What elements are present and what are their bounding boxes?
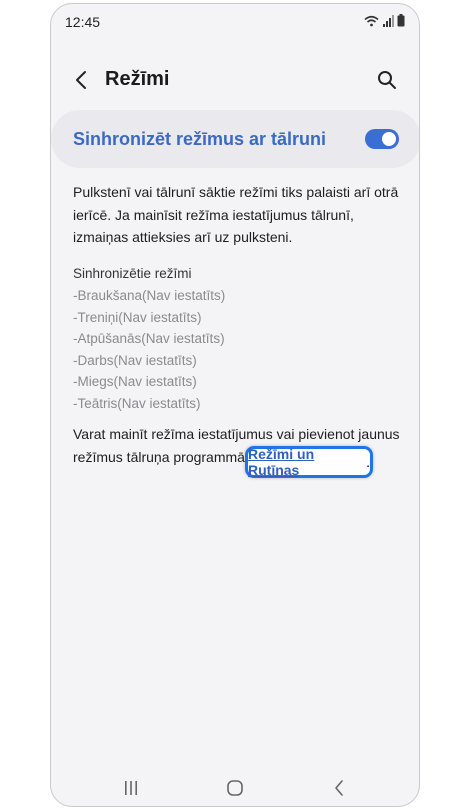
battery-icon [397, 14, 405, 27]
home-button[interactable] [220, 774, 250, 802]
list-item: -Braukšana(Nav iestatīts) [73, 288, 226, 303]
sync-setting-row[interactable]: Sinhronizēt režīmus ar tālruni [51, 110, 419, 168]
chevron-left-icon [335, 780, 343, 796]
page-title: Režīmi [105, 68, 170, 90]
status-icons [364, 14, 405, 27]
list-item: -Teātris(Nav iestatīts) [73, 395, 201, 411]
list-item: -Atpūšanās(Nav iestatīts) [73, 331, 225, 346]
chevron-left-icon [76, 71, 86, 89]
footer-period: . [366, 454, 370, 470]
recents-icon [125, 781, 137, 795]
wifi-icon [364, 15, 379, 26]
status-time: 12:45 [65, 14, 101, 30]
navigation-bar [51, 768, 419, 806]
status-bar: 12:45 [51, 4, 419, 40]
sync-toggle[interactable] [365, 129, 399, 149]
sync-setting-label: Sinhronizēt režīmus ar tālruni [73, 129, 327, 149]
signal-icon [383, 14, 394, 27]
search-icon [378, 71, 396, 89]
synced-modes-title: Sinhronizētie režīmi [73, 266, 192, 281]
phone-screen: 12:45 Režīmi Sinhronizēt režīmus ar tālr… [50, 3, 420, 807]
list-item: -Miegs(Nav iestatīts) [73, 374, 197, 389]
recents-button[interactable] [116, 774, 146, 802]
list-item: -Darbs(Nav iestatīts) [73, 352, 197, 368]
list-item: -Treniņi(Nav iestatīts) [73, 309, 202, 325]
back-nav-button[interactable] [324, 774, 354, 802]
modes-routines-link[interactable]: Režīmi un Rutīnas [248, 446, 366, 478]
toggle-knob [382, 132, 396, 146]
link-highlight-box[interactable]: Režīmi un Rutīnas. [245, 446, 373, 478]
description-text: Pulkstenī vai tālrunī sāktie režīmi tiks… [73, 184, 399, 245]
synced-modes-list: Sinhronizētie režīmi -Braukšana(Nav iest… [73, 264, 393, 414]
back-button[interactable] [67, 64, 95, 96]
app-header: Režīmi [51, 60, 419, 100]
search-button[interactable] [371, 64, 403, 96]
home-icon [227, 780, 243, 796]
